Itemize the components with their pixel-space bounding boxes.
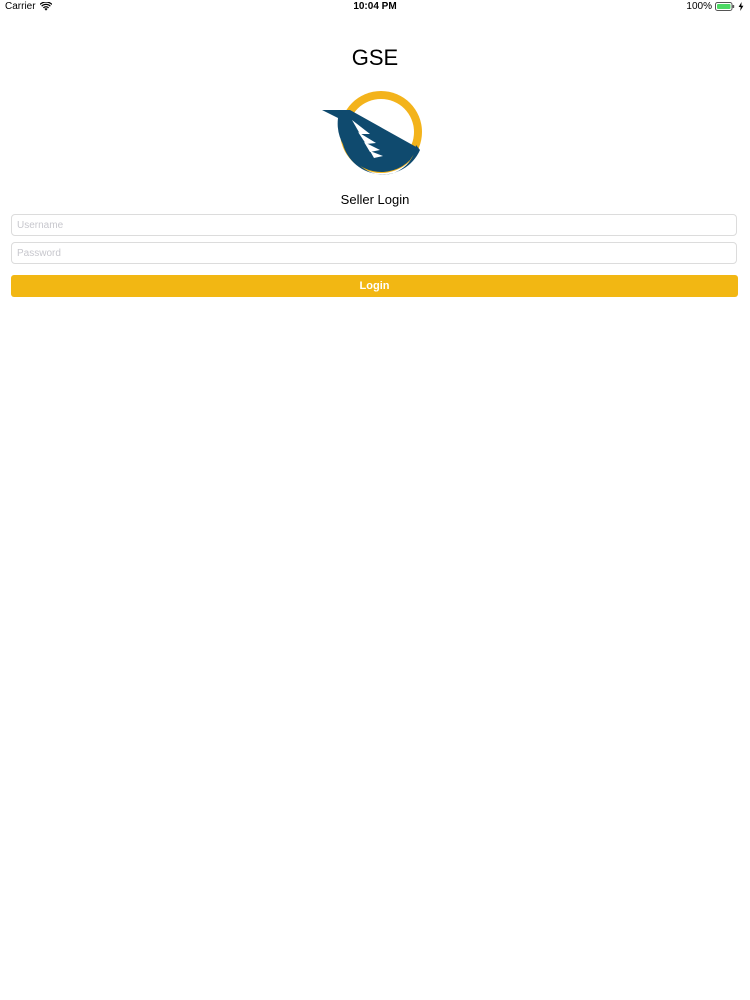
- username-field[interactable]: [11, 214, 737, 236]
- battery-icon: [715, 2, 735, 11]
- battery-percent: 100%: [686, 1, 712, 12]
- app-title: GSE: [351, 45, 399, 70]
- gse-logo-icon: [320, 88, 432, 180]
- login-screen: Carrier 10:04 PM 100% GSE Seller Login U…: [0, 0, 750, 1000]
- bolt-icon: [738, 2, 744, 11]
- seller-login-heading: Seller Login: [340, 192, 410, 207]
- status-bar: Carrier 10:04 PM 100%: [0, 0, 750, 14]
- password-field[interactable]: [11, 242, 737, 264]
- clock: 10:04 PM: [353, 1, 397, 12]
- status-right: 100%: [686, 1, 744, 12]
- login-button[interactable]: Login: [11, 275, 738, 297]
